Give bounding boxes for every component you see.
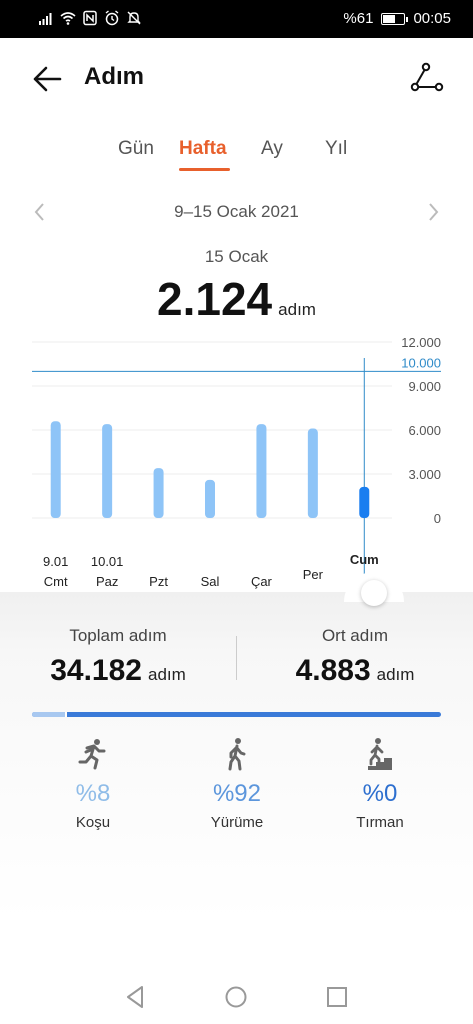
activity-distribution-bar [32, 712, 441, 717]
average-steps-unit: adım [376, 665, 415, 684]
selected-steps-value: 2.124 [157, 273, 273, 325]
x-tick-label: Sal [201, 574, 220, 589]
tab-day[interactable]: Gün [118, 138, 154, 160]
tab-month[interactable]: Ay [261, 138, 283, 160]
route-icon[interactable] [409, 60, 445, 96]
selected-steps: 2.124 adım [0, 272, 473, 326]
walking-percent: %92 [212, 780, 262, 807]
y-tick-label: 9.000 [408, 379, 441, 394]
climbing-icon [368, 738, 392, 770]
nav-home-icon[interactable] [223, 984, 249, 1010]
tab-week[interactable]: Hafta [179, 138, 227, 160]
running-icon [78, 739, 106, 770]
walking-icon [228, 738, 246, 771]
goal-label: 10.000 [401, 355, 441, 370]
chart-bar [205, 479, 215, 518]
nav-recents-icon[interactable] [324, 984, 350, 1010]
total-steps-unit: adım [147, 665, 186, 684]
climbing-label: Tırman [356, 814, 404, 831]
chart-bar [50, 421, 61, 518]
alarm-icon [105, 10, 119, 26]
x-tick-label: Per [303, 567, 324, 582]
x-tick-label: Cum [350, 552, 379, 567]
back-arrow-icon[interactable] [30, 62, 64, 96]
x-tick-label: Cmt [44, 574, 68, 589]
app-header: Adım [0, 38, 473, 118]
x-tick-label: Pzt [149, 574, 168, 589]
average-steps-stat: Ort adım 4.883 adım [237, 626, 473, 688]
chevron-right-icon[interactable] [421, 200, 445, 224]
y-tick-label: 0 [434, 511, 441, 526]
chart-bar [102, 424, 113, 518]
nav-back-icon[interactable] [123, 984, 149, 1010]
y-tick-label: 12.000 [401, 335, 441, 350]
weekly-steps-chart[interactable]: 12.000 9.000 6.000 3.000 0 10.000 9.01 Cmt 10.01… [0, 330, 473, 600]
signal-icon [39, 13, 52, 25]
average-steps-value: 4.883 [295, 654, 371, 687]
total-steps-value: 34.182 [50, 654, 142, 687]
x-date-label: 10.01 [91, 554, 124, 569]
total-steps-label: Toplam adım [69, 626, 167, 645]
wifi-icon [60, 12, 76, 25]
activity-climbing: %0 Tırman [305, 736, 455, 831]
active-tab-indicator [179, 168, 230, 171]
system-nav-bar [0, 970, 473, 1024]
activity-running: %8 Koşu [18, 736, 168, 831]
mute-icon [127, 11, 141, 25]
segment-gap [65, 712, 67, 717]
battery-percent: %61 [343, 10, 374, 27]
period-tabs: Gün Hafta Ay Yıl [0, 134, 473, 174]
x-tick-label: Çar [251, 574, 273, 589]
selected-steps-unit: adım [278, 300, 316, 319]
chart-bar [359, 486, 370, 518]
walking-label: Yürüme [210, 814, 264, 831]
y-tick-label: 3.000 [408, 467, 441, 482]
selection-handle[interactable] [361, 580, 387, 606]
chart-bar [307, 428, 318, 518]
running-percent: %8 [75, 780, 111, 807]
clock: 00:05 [413, 10, 451, 27]
running-label: Koşu [75, 814, 111, 831]
climbing-percent: %0 [362, 780, 398, 807]
activity-walking: %92 Yürüme [162, 736, 312, 831]
x-tick-label: Paz [96, 574, 118, 589]
tab-year[interactable]: Yıl [325, 138, 347, 160]
nfc-icon [83, 10, 97, 26]
average-steps-label: Ort adım [321, 626, 389, 645]
date-range: 9–15 Ocak 2021 [174, 202, 299, 221]
x-date-label: 9.01 [43, 554, 68, 569]
page-title: Adım [84, 63, 144, 90]
status-bar: %61 00:05 [0, 0, 473, 38]
y-tick-label: 6.000 [408, 423, 441, 438]
chart-bar [256, 424, 267, 518]
selected-date: 15 Ocak [204, 247, 269, 266]
running-segment [32, 712, 65, 717]
date-navigator: 9–15 Ocak 2021 [0, 198, 473, 228]
battery-icon [381, 12, 409, 25]
chart-bar [153, 468, 164, 518]
total-steps-stat: Toplam adım 34.182 adım [0, 626, 236, 688]
